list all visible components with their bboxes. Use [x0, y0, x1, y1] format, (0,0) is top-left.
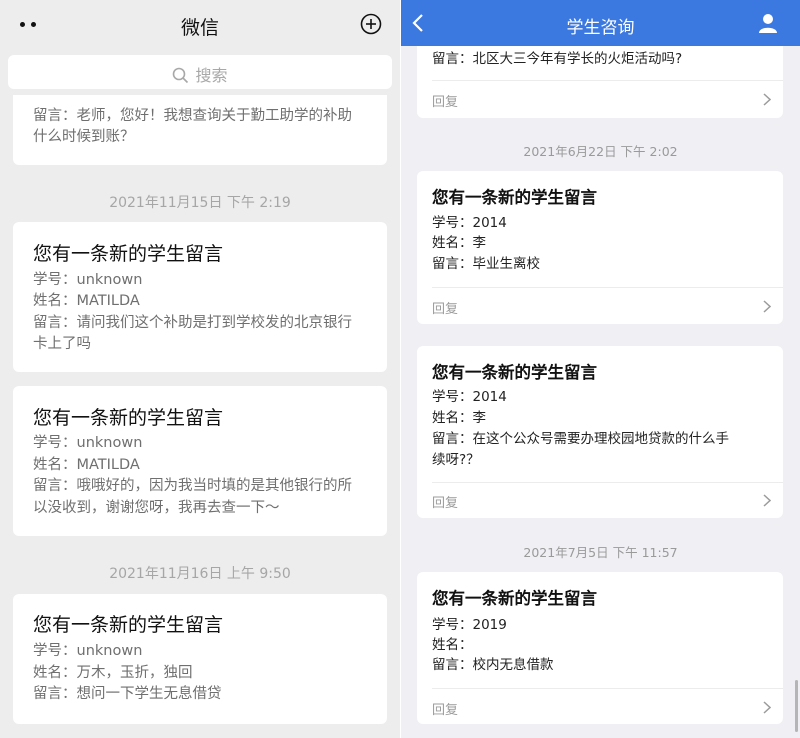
card-title: 您有一条新的学生留言 [33, 407, 224, 429]
card-title: 您有一条新的学生留言 [33, 614, 224, 636]
student-id: 学号：2014 [432, 389, 507, 405]
card-title: 您有一条新的学生留言 [432, 363, 597, 382]
message-text: 留言：在这个公众号需要办理校园地贷款的什么手 [432, 431, 729, 447]
student-name: 姓名：李 [432, 410, 486, 426]
consult-header: 学生咨询 [401, 0, 800, 46]
divider [432, 287, 783, 288]
student-name: 姓名： [432, 637, 473, 653]
message-card[interactable]: 您有一条新的学生留言 学号：2014 姓名：李 留言：在这个公众号需要办理校园地… [417, 346, 783, 518]
student-id: 学号：2019 [432, 617, 507, 633]
message-text: 以没收到，谢谢您呀，我再去查一下～ [33, 500, 280, 516]
card-title: 您有一条新的学生留言 [432, 589, 597, 608]
student-name: 姓名：MATILDA [33, 457, 140, 473]
timestamp: 2021年11月16日 上午 9:50 [109, 566, 291, 582]
divider [432, 688, 783, 689]
student-name: 姓名：MATILDA [33, 293, 140, 309]
reply-link[interactable]: 回复 [432, 699, 458, 718]
wechat-header: 微信 [0, 0, 400, 52]
page-title: 学生咨询 [566, 18, 635, 38]
timestamp: 2021年11月15日 下午 2:19 [109, 195, 291, 211]
message-card-partial[interactable]: 留言：老师，您好！我想查询关于勤工助学的补助 什么时候到账？ [13, 95, 387, 165]
chevron-right-icon[interactable] [763, 300, 771, 313]
message-card[interactable]: 您有一条新的学生留言 学号：unknown 姓名：MATILDA 留言：哦哦好的… [13, 386, 387, 536]
message-text: 留言：想问一下学生无息借贷 [33, 686, 222, 702]
wechat-chat-pane: 微信 搜索 留言：老师，您好！我想查询关于勤工助学的补助 什么时候到账？ 202… [0, 0, 400, 738]
message-card[interactable]: 您有一条新的学生留言 学号：2014 姓名：李 留言：毕业生离校 回复 [417, 171, 783, 324]
message-text: 留言：请问我们这个补助是打到学校发的北京银行 [33, 315, 352, 331]
message-text: 留言：毕业生离校 [432, 256, 540, 272]
divider [432, 80, 783, 81]
chevron-right-icon[interactable] [763, 701, 771, 714]
message-text: 什么时候到账？ [33, 129, 135, 145]
message-text: 卡上了吗 [33, 336, 91, 352]
search-placeholder: 搜索 [8, 62, 392, 86]
message-text: 续呀?？ [432, 452, 480, 468]
search-bar[interactable]: 搜索 [8, 55, 392, 89]
search-placeholder-text: 搜索 [195, 66, 228, 85]
message-card[interactable]: 您有一条新的学生留言 学号：unknown 姓名：万木，玉折，独回 留言：想问一… [13, 594, 387, 724]
message-text: 留言：校内无息借款 [432, 657, 554, 673]
message-text: 留言：哦哦好的，因为我当时填的是其他银行的所 [33, 478, 352, 494]
student-name: 姓名：万木，玉折，独回 [33, 665, 193, 681]
card-title: 您有一条新的学生留言 [33, 243, 224, 265]
chevron-right-icon[interactable] [763, 494, 771, 507]
message-card-partial[interactable]: 留言：北区大三今年有学长的火炬活动吗? 回复 [417, 46, 783, 118]
user-icon[interactable] [757, 12, 779, 34]
reply-link[interactable]: 回复 [432, 91, 458, 110]
card-title: 您有一条新的学生留言 [432, 188, 597, 207]
student-id: 学号：unknown [33, 272, 143, 288]
reply-link[interactable]: 回复 [432, 298, 458, 317]
message-card[interactable]: 您有一条新的学生留言 学号：2019 姓名： 留言：校内无息借款 回复 [417, 572, 783, 724]
student-id: 学号：unknown [33, 435, 143, 451]
message-card[interactable]: 您有一条新的学生留言 学号：unknown 姓名：MATILDA 留言：请问我们… [13, 222, 387, 372]
scrollbar[interactable] [795, 680, 798, 732]
message-text: 留言：北区大三今年有学长的火炬活动吗? [432, 51, 683, 67]
page-title: 微信 [180, 17, 219, 39]
add-circle-icon[interactable] [360, 13, 382, 35]
student-name: 姓名：李 [432, 235, 486, 251]
student-id: 学号：2014 [432, 215, 507, 231]
timestamp: 2021年7月5日 下午 11:57 [523, 545, 678, 560]
timestamp: 2021年6月22日 下午 2:02 [523, 144, 678, 159]
message-text: 留言：老师，您好！我想查询关于勤工助学的补助 [33, 108, 352, 124]
student-consult-pane: 学生咨询 留言：北区大三今年有学长的火炬活动吗? 回复 2021年6月22日 下… [401, 0, 800, 738]
search-icon [173, 67, 189, 84]
reply-link[interactable]: 回复 [432, 492, 458, 511]
divider [432, 482, 783, 483]
chevron-right-icon[interactable] [763, 93, 771, 106]
student-id: 学号：unknown [33, 643, 143, 659]
